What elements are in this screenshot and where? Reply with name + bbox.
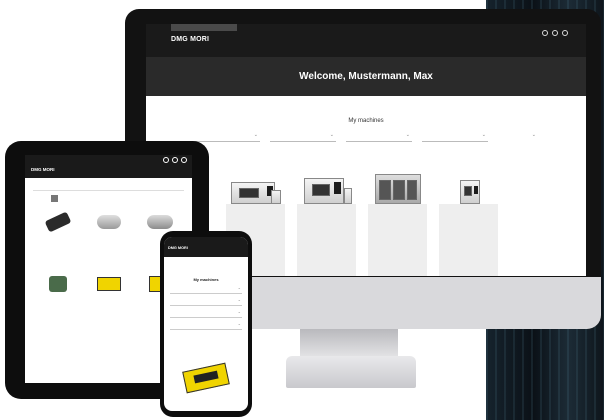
filter-select[interactable]	[270, 132, 336, 142]
phone-title: My machines	[193, 277, 219, 282]
filter-select[interactable]	[498, 132, 538, 142]
account-icon[interactable]	[172, 157, 178, 163]
product-image	[35, 208, 80, 236]
filter-select[interactable]	[194, 132, 260, 142]
top-tab[interactable]	[171, 24, 237, 31]
section-title: My machines	[348, 118, 384, 124]
phone-filter-select[interactable]	[170, 309, 242, 318]
search-icon[interactable]	[542, 30, 548, 36]
filter-select[interactable]	[422, 132, 488, 142]
card-body	[297, 204, 356, 276]
monitor-stand-foot	[286, 356, 416, 388]
phone-screen: DMG MORI My machines	[164, 237, 248, 411]
page-active[interactable]	[51, 195, 58, 202]
tablet-pager	[25, 191, 192, 206]
product-cell[interactable]	[86, 270, 131, 328]
site-header: DMG MORI	[146, 24, 586, 57]
machine-cards	[226, 164, 498, 276]
phone-logo[interactable]: DMG MORI	[168, 246, 188, 250]
site-logo[interactable]: DMG MORI	[171, 36, 212, 43]
welcome-banner: Welcome, Mustermann, Max	[146, 57, 586, 96]
phone-product-image	[180, 357, 232, 397]
search-icon[interactable]	[163, 157, 169, 163]
monitor-stand-neck	[300, 329, 398, 359]
machine-image	[297, 164, 356, 204]
utility-bar	[542, 30, 568, 36]
welcome-text: Welcome, Mustermann, Max	[299, 71, 433, 82]
machine-card[interactable]	[297, 164, 356, 276]
product-cell[interactable]	[35, 270, 80, 328]
menu-icon[interactable]	[562, 30, 568, 36]
stage: DMG MORI Welcome, Mustermann, Max My mac…	[0, 0, 604, 420]
tablet-filter[interactable]	[33, 178, 184, 191]
phone-filter-select[interactable]	[170, 285, 242, 294]
card-body	[439, 204, 498, 276]
phone-filter-select[interactable]	[170, 297, 242, 306]
phone-header: DMG MORI	[164, 237, 248, 257]
card-body	[368, 204, 427, 276]
account-icon[interactable]	[552, 30, 558, 36]
machine-card[interactable]	[368, 164, 427, 276]
machine-image	[439, 164, 498, 204]
product-cell[interactable]	[35, 208, 80, 266]
machine-image	[368, 164, 427, 204]
phone-device: DMG MORI My machines	[160, 231, 252, 417]
filter-select[interactable]	[346, 132, 412, 142]
menu-icon[interactable]	[181, 157, 187, 163]
product-cell[interactable]	[86, 208, 131, 266]
filter-row	[146, 132, 586, 142]
phone-filter-select[interactable]	[170, 321, 242, 330]
machine-image	[226, 164, 285, 204]
product-image	[86, 208, 131, 236]
product-image	[35, 270, 80, 298]
machine-card[interactable]	[439, 164, 498, 276]
tablet-logo[interactable]: DMG MORI	[25, 157, 192, 178]
tablet-icons	[163, 157, 187, 163]
product-image	[86, 270, 131, 298]
